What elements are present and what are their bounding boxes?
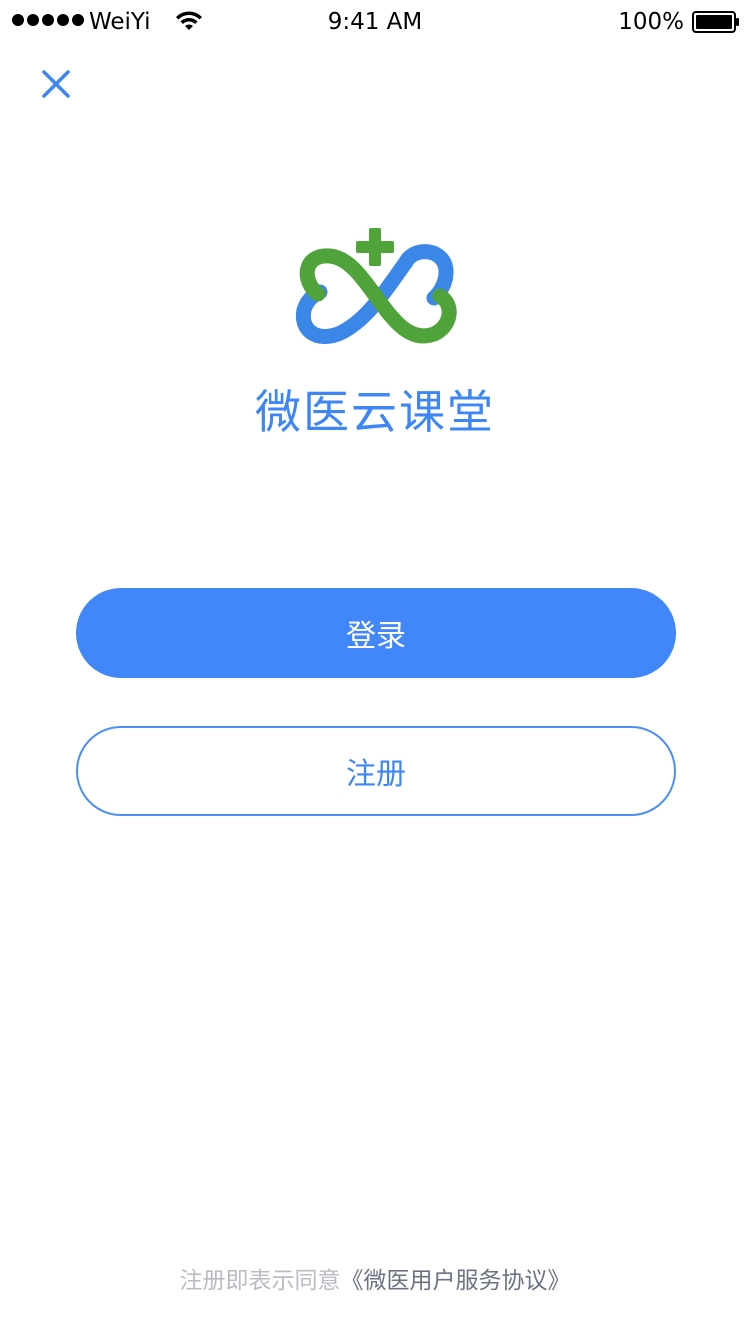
register-button[interactable]: 注册 <box>76 726 676 816</box>
user-agreement-link[interactable]: 《微医用户服务协议》 <box>341 1268 571 1294</box>
status-bar: WeiYi 9:41 AM 100% <box>0 0 750 42</box>
close-button[interactable] <box>30 60 82 108</box>
battery-percentage: 100% <box>618 9 684 35</box>
battery-icon <box>692 11 739 33</box>
login-button-label: 登录 <box>346 619 406 654</box>
terms-prefix: 注册即表示同意 <box>179 1268 341 1294</box>
login-button[interactable]: 登录 <box>76 588 676 678</box>
app-logo-icon <box>295 228 457 344</box>
terms-notice: 注册即表示同意《微医用户服务协议》 <box>0 1266 750 1296</box>
app-title: 微医云课堂 <box>255 385 495 439</box>
close-icon <box>42 70 70 98</box>
register-button-label: 注册 <box>346 757 406 792</box>
